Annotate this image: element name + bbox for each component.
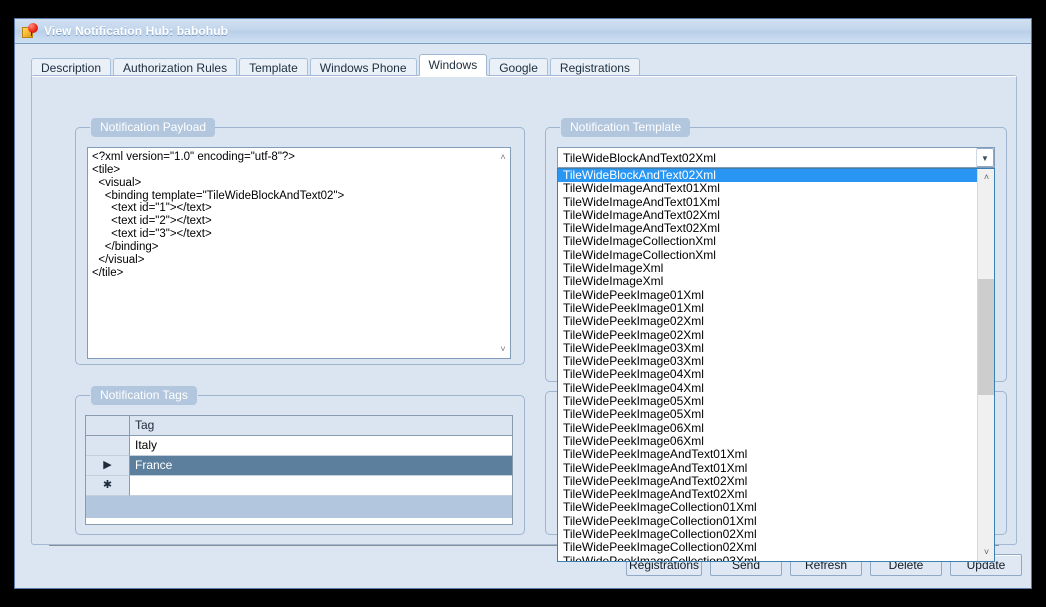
- group-title-notification-template: Notification Template: [561, 118, 691, 137]
- dropdown-option[interactable]: TileWidePeekImage04Xml: [558, 368, 977, 381]
- dropdown-option[interactable]: TileWidePeekImageAndText02Xml: [558, 475, 977, 488]
- cell-tag[interactable]: [130, 476, 512, 496]
- dropdown-scrollbar[interactable]: ˄ ˅: [977, 169, 994, 561]
- payload-scroll-up-icon[interactable]: ˄: [495, 149, 510, 165]
- cell-tag[interactable]: France: [130, 456, 512, 476]
- dropdown-option[interactable]: TileWidePeekImageCollection02Xml: [558, 541, 977, 554]
- dropdown-scroll-up-icon[interactable]: ˄: [978, 169, 994, 186]
- group-title-notification-tags: Notification Tags: [91, 386, 197, 405]
- payload-scroll-down-icon[interactable]: ˅: [495, 341, 510, 357]
- dropdown-option[interactable]: TileWidePeekImage02Xml: [558, 329, 977, 342]
- dropdown-option[interactable]: TileWideBlockAndText02Xml: [558, 169, 977, 183]
- dropdown-scroll-down-icon[interactable]: ˅: [978, 544, 994, 561]
- dropdown-option[interactable]: TileWidePeekImage03Xml: [558, 342, 977, 355]
- dropdown-option[interactable]: TileWideImageAndText01Xml: [558, 196, 977, 209]
- window-title: View Notification Hub: babohub: [44, 24, 229, 38]
- dropdown-option[interactable]: TileWidePeekImageAndText01Xml: [558, 448, 977, 461]
- table-row[interactable]: ✱: [86, 476, 512, 496]
- title-bar: View Notification Hub: babohub: [15, 19, 1031, 44]
- dropdown-option[interactable]: TileWideImageAndText01Xml: [558, 182, 977, 195]
- dropdown-option[interactable]: TileWidePeekImageCollection03Xml: [558, 555, 977, 561]
- new-row-icon[interactable]: ✱: [86, 476, 130, 496]
- dropdown-option[interactable]: TileWidePeekImage03Xml: [558, 355, 977, 368]
- dropdown-scroll-thumb[interactable]: [978, 279, 994, 395]
- notification-hub-icon: [21, 23, 39, 39]
- dropdown-option[interactable]: TileWidePeekImage06Xml: [558, 435, 977, 448]
- row-header[interactable]: [86, 436, 130, 456]
- cell-tag[interactable]: Italy: [130, 436, 512, 456]
- dropdown-option[interactable]: TileWidePeekImage01Xml: [558, 302, 977, 315]
- dropdown-option[interactable]: TileWideImageCollectionXml: [558, 249, 977, 262]
- notification-tags-grid[interactable]: Tag Italy ▶ France ✱: [85, 415, 513, 525]
- dropdown-option[interactable]: TileWideImageXml: [558, 262, 977, 275]
- notification-payload-textarea[interactable]: <?xml version="1.0" encoding="utf-8"?> <…: [87, 147, 511, 359]
- dropdown-option[interactable]: TileWidePeekImageAndText01Xml: [558, 462, 977, 475]
- payload-scrollbar[interactable]: ˄ ˅: [494, 148, 510, 358]
- tab-strip: Description Authorization Rules Template Wi…: [31, 54, 1017, 77]
- grid-header-tag[interactable]: Tag: [130, 416, 512, 436]
- table-row[interactable]: ▶ France: [86, 456, 512, 476]
- table-row[interactable]: Italy: [86, 436, 512, 456]
- grid-header-corner: [86, 416, 130, 436]
- group-title-notification-payload: Notification Payload: [91, 118, 216, 137]
- dropdown-option[interactable]: TileWidePeekImage02Xml: [558, 315, 977, 328]
- row-selector-icon[interactable]: ▶: [86, 456, 130, 476]
- dropdown-option[interactable]: TileWidePeekImage04Xml: [558, 382, 977, 395]
- dropdown-option[interactable]: TileWidePeekImageCollection01Xml: [558, 501, 977, 514]
- dropdown-option[interactable]: TileWidePeekImage05Xml: [558, 408, 977, 421]
- dropdown-option[interactable]: TileWideImageXml: [558, 275, 977, 288]
- chevron-down-icon[interactable]: ▼: [976, 148, 994, 167]
- dropdown-option[interactable]: TileWidePeekImage05Xml: [558, 395, 977, 408]
- dropdown-option[interactable]: TileWidePeekImageAndText02Xml: [558, 488, 977, 501]
- dropdown-option[interactable]: TileWidePeekImage06Xml: [558, 422, 977, 435]
- notification-template-combo[interactable]: TileWideBlockAndText02Xml ▼: [557, 147, 995, 168]
- dropdown-option[interactable]: TileWideImageAndText02Xml: [558, 222, 977, 235]
- notification-payload-text: <?xml version="1.0" encoding="utf-8"?> <…: [92, 151, 345, 279]
- dropdown-option[interactable]: TileWideImageCollectionXml: [558, 235, 977, 248]
- grid-header-row: Tag: [86, 416, 512, 436]
- dropdown-option[interactable]: TileWidePeekImage01Xml: [558, 289, 977, 302]
- dropdown-option[interactable]: TileWidePeekImageCollection01Xml: [558, 515, 977, 528]
- dropdown-option[interactable]: TileWideImageAndText02Xml: [558, 209, 977, 222]
- notification-template-dropdown[interactable]: TileWideBlockAndText02Xml TileWideImageAn…: [557, 168, 995, 562]
- tab-windows[interactable]: Windows: [418, 54, 488, 76]
- notification-hub-window: View Notification Hub: babohub Descripti…: [14, 18, 1032, 589]
- dropdown-option[interactable]: TileWidePeekImageCollection02Xml: [558, 528, 977, 541]
- grid-filler: [86, 496, 512, 518]
- notification-template-value: TileWideBlockAndText02Xml: [563, 151, 716, 165]
